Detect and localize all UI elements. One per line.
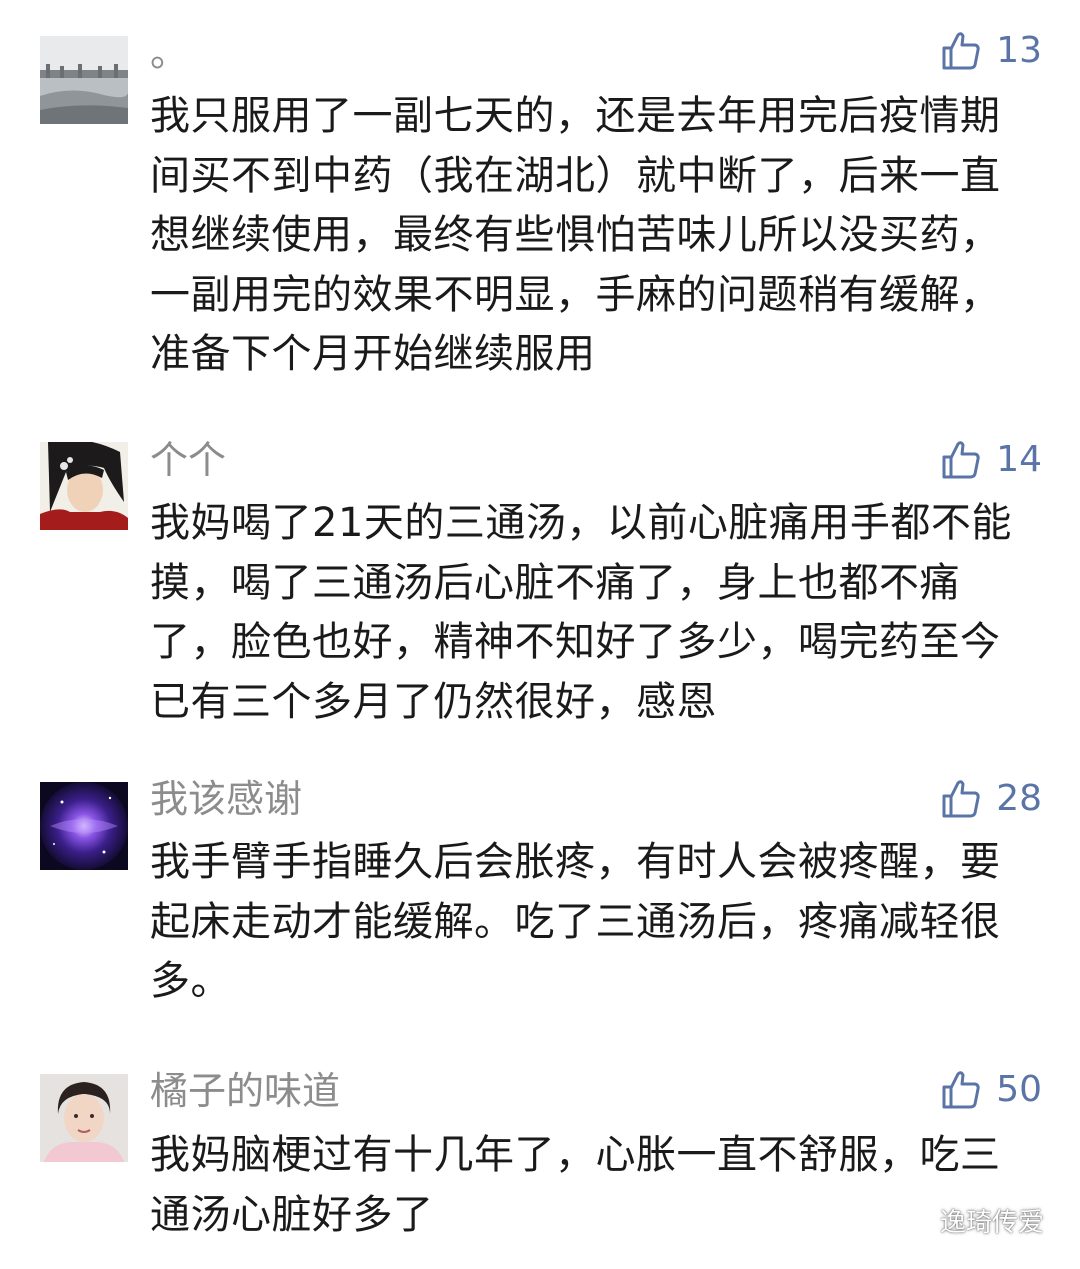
thumbs-up-icon: [942, 441, 980, 479]
avatar[interactable]: [40, 1074, 128, 1162]
watermark: 逸琦传爱: [892, 1202, 1044, 1239]
avatar[interactable]: [40, 442, 128, 530]
comment-text: 我手臂手指睡久后会胀疼，有时人会被疼醒，要起床走动才能缓解。吃了三通汤后，疼痛减…: [150, 839, 1001, 1004]
like-count: 14: [996, 439, 1042, 480]
like-button[interactable]: 28: [940, 776, 1042, 822]
nickname: 橘子的味道: [150, 1069, 341, 1113]
like-button[interactable]: 13: [940, 28, 1042, 74]
avatar[interactable]: [40, 36, 128, 124]
comment-text: 我妈喝了21天的三通汤，以前心脏痛用手都不能摸，喝了三通汤后心脏不痛了，身上也都…: [150, 500, 1012, 725]
nickname: 个个: [150, 438, 227, 482]
like-button[interactable]: 50: [940, 1067, 1042, 1113]
nickname: 我该感谢: [150, 777, 303, 821]
like-count: 50: [996, 1069, 1042, 1110]
nickname: 。: [150, 31, 189, 75]
thumbs-up-icon: [942, 32, 980, 70]
avatar[interactable]: [40, 782, 128, 870]
wechat-icon: [892, 1204, 932, 1238]
like-button[interactable]: 14: [940, 437, 1042, 483]
like-count: 13: [996, 30, 1042, 71]
thumbs-up-icon: [942, 780, 980, 818]
thumbs-up-icon: [942, 1071, 980, 1109]
like-count: 28: [996, 778, 1042, 819]
comment-text: 我只服用了一副七天的，还是去年用完后疫情期间买不到中药（我在湖北）就中断了，后来…: [150, 93, 1001, 377]
watermark-text: 逸琦传爱: [939, 1208, 1044, 1238]
